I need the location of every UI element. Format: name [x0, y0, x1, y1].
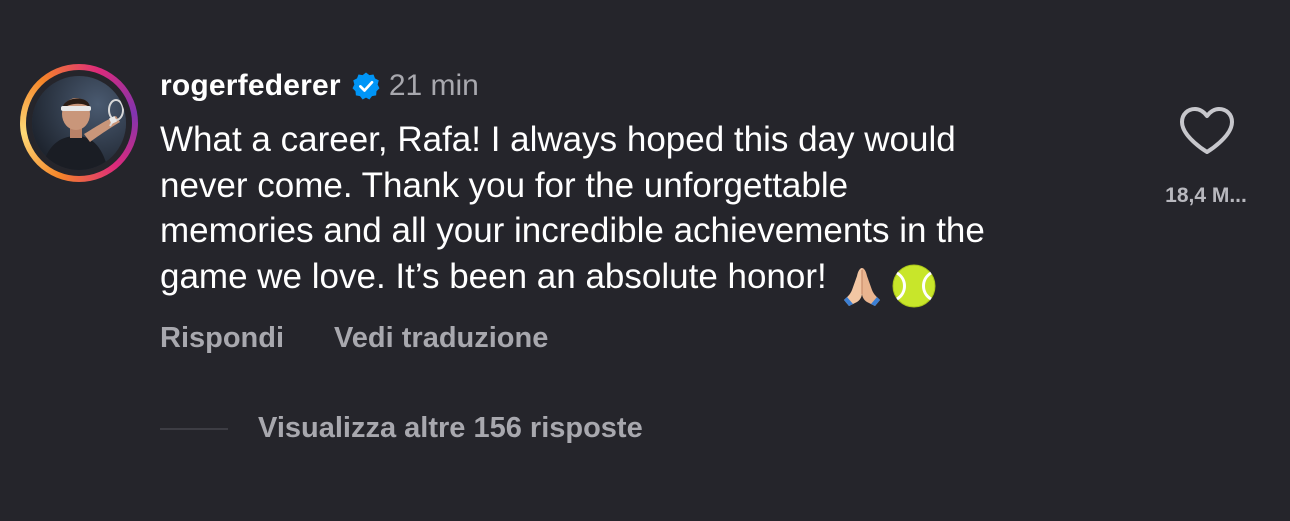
- emoji-group: [841, 262, 937, 310]
- comment-text: What a career, Rafa! I always hoped this…: [160, 117, 1140, 309]
- avatar-image: [32, 76, 126, 170]
- verified-badge-icon: [351, 71, 381, 101]
- tennis-ball-emoji: [892, 264, 936, 308]
- comment-text-line: What a career, Rafa! I always hoped this…: [160, 120, 956, 159]
- comment-text-line: memories and all your incredible achieve…: [160, 211, 985, 250]
- comment-time: 21 min: [388, 69, 479, 102]
- folded-hands-emoji: [843, 268, 880, 307]
- like-button[interactable]: [1178, 106, 1236, 156]
- comment-text-last-line: game we love. It’s been an absolute hono…: [160, 254, 1140, 310]
- like-count: 18,4 M...: [1165, 184, 1247, 207]
- avatar[interactable]: [32, 76, 126, 170]
- replies-divider: [160, 427, 228, 430]
- comment-text-line: game we love. It’s been an absolute hono…: [160, 256, 827, 296]
- story-ring[interactable]: [20, 64, 138, 182]
- comment-text-line: never come. Thank you for the unforgetta…: [160, 165, 849, 205]
- see-translation-button[interactable]: Vedi traduzione: [334, 322, 548, 355]
- username[interactable]: rogerfederer: [160, 69, 341, 103]
- comment-header: rogerfederer 21 min: [160, 64, 479, 108]
- heart-outline-icon: [1180, 107, 1234, 154]
- comment-actions: Rispondi Vedi traduzione: [160, 322, 548, 355]
- view-more-replies-label: Visualizza altre 156 risposte: [258, 412, 643, 444]
- view-more-replies-button[interactable]: Visualizza altre 156 risposte: [160, 412, 643, 445]
- reply-button[interactable]: Rispondi: [160, 322, 284, 355]
